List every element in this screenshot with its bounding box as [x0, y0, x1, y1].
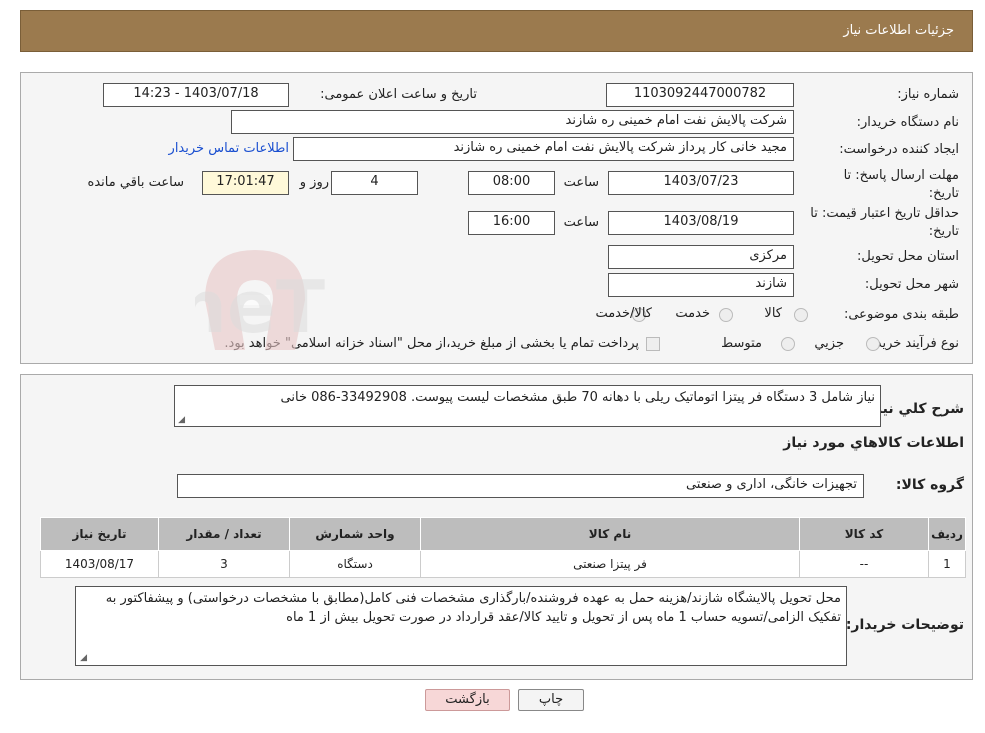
- payment-note: پرداخت تمام یا بخشی از مبلغ خرید،از محل …: [224, 336, 639, 351]
- cell-row: 1: [928, 550, 966, 578]
- contact-buyer-link[interactable]: اطلاعات تماس خریدار: [169, 141, 289, 156]
- city-label: شهر محل تحویل:: [864, 277, 959, 292]
- announce-field: 1403/07/18 - 14:23: [103, 83, 289, 107]
- table-row: 1 -- فر پیتزا صنعتی دستگاه 3 1403/08/17: [40, 550, 966, 578]
- cell-name: فر پیتزا صنعتی: [420, 550, 800, 578]
- cell-code: --: [799, 550, 929, 578]
- need-number-label: شماره نیاز:: [897, 87, 959, 102]
- table-header-row: ردیف کد کالا نام کالا واحد شمارش تعداد /…: [40, 517, 966, 551]
- remaining-label: ساعت باقي مانده: [87, 175, 184, 190]
- cell-qty: 3: [158, 550, 290, 578]
- goods-table: ردیف کد کالا نام کالا واحد شمارش تعداد /…: [40, 517, 966, 578]
- process-option-medium: متوسط: [721, 336, 762, 351]
- col-date: تاریخ نیاز: [40, 517, 159, 551]
- category-option-goods-service: کالا/خدمت: [595, 306, 652, 321]
- treasury-checkbox[interactable]: [646, 337, 660, 351]
- need-number-field: 1103092447000782: [606, 83, 794, 107]
- deadline-time-field: 08:00: [468, 171, 555, 195]
- notes-resize-handle-icon[interactable]: ◢: [78, 653, 87, 663]
- print-button[interactable]: چاپ: [518, 689, 584, 711]
- validity-time-label: ساعت: [563, 215, 599, 230]
- goods-group-field: تجهیزات خانگی، اداری و صنعتی: [177, 474, 864, 498]
- requester-label: ایجاد کننده درخواست:: [839, 142, 959, 157]
- process-option-minor: جزیي: [814, 336, 844, 351]
- buyer-notes-field: محل تحویل پالایشگاه شازند/هزینه حمل به ع…: [75, 586, 847, 666]
- col-qty: تعداد / مقدار: [158, 517, 290, 551]
- remaining-time-field: 17:01:47: [202, 171, 289, 195]
- process-radio-medium[interactable]: [781, 337, 795, 351]
- buyer-org-label: نام دستگاه خریدار:: [856, 115, 959, 130]
- validity-time-field: 16:00: [468, 211, 555, 235]
- deadline-date-field: 1403/07/23: [608, 171, 794, 195]
- back-button[interactable]: بازگشت: [425, 689, 510, 711]
- deadline-time-label: ساعت: [563, 175, 599, 190]
- page-title: جزئیات اطلاعات نیاز: [843, 23, 954, 38]
- city-field: شازند: [608, 273, 794, 297]
- goods-info-title: اطلاعات كالاهاي مورد نياز: [783, 435, 964, 451]
- col-name: نام کالا: [420, 517, 800, 551]
- info-panel: شماره نیاز: 1103092447000782 تاریخ و ساع…: [20, 72, 973, 364]
- category-radio-goods[interactable]: [794, 308, 808, 322]
- days-label: روز و: [299, 175, 329, 190]
- category-label: طبقه بندی موضوعی:: [843, 307, 959, 322]
- province-label: استان محل تحویل:: [857, 249, 959, 264]
- category-option-service: خدمت: [675, 306, 710, 321]
- col-code: کد کالا: [799, 517, 929, 551]
- goods-group-label: گروه کالا:: [895, 477, 964, 493]
- col-unit: واحد شمارش: [289, 517, 421, 551]
- page-header: جزئیات اطلاعات نیاز: [20, 10, 973, 52]
- resize-handle-icon[interactable]: ◢: [176, 415, 185, 425]
- cell-date: 1403/08/17: [40, 550, 159, 578]
- process-label: نوع فرآیند خرید :: [867, 336, 959, 351]
- deadline-label: مهلت ارسال پاسخ: تا تاریخ:: [843, 168, 959, 201]
- category-option-goods: کالا: [764, 306, 782, 321]
- category-radio-service[interactable]: [719, 308, 733, 322]
- announce-label: تاریخ و ساعت اعلان عمومی:: [320, 87, 477, 102]
- days-field: 4: [331, 171, 418, 195]
- validity-date-field: 1403/08/19: [608, 211, 794, 235]
- col-row: ردیف: [928, 517, 966, 551]
- validity-label: حداقل تاریخ اعتبار قیمت: تا تاریخ:: [810, 206, 959, 239]
- cell-unit: دستگاه: [289, 550, 421, 578]
- buyer-org-field: شرکت پالایش نفت امام خمینی ره شازند: [231, 110, 794, 134]
- summary-field: نیاز شامل 3 دستگاه فر پیتزا اتوماتیک ریل…: [174, 385, 881, 427]
- buyer-notes-label: توضیحات خریدار:: [845, 617, 964, 633]
- requester-field: مجید خانی کار پرداز شرکت پالایش نفت امام…: [293, 137, 794, 161]
- province-field: مرکزی: [608, 245, 794, 269]
- process-radio-minor[interactable]: [866, 337, 880, 351]
